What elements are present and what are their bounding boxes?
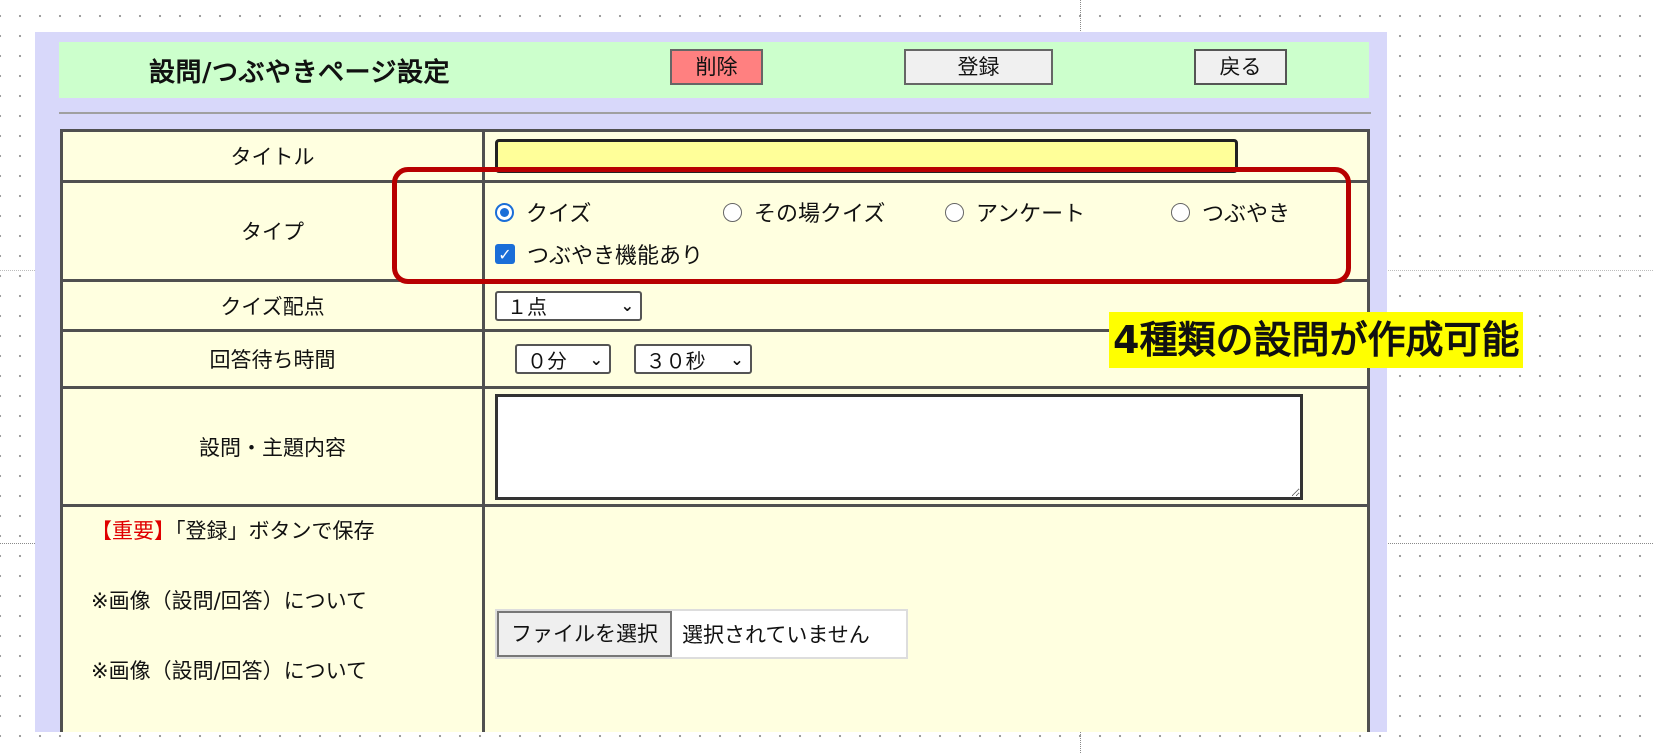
- chevron-down-icon: ⌄: [730, 349, 744, 369]
- save-button[interactable]: 登録: [904, 49, 1053, 85]
- content-row: 設問・主題内容: [60, 386, 1370, 507]
- important-tag: 【重要】: [91, 519, 175, 543]
- save-note-text: 「登録」ボタンで保存: [175, 519, 375, 543]
- image-note-2: ※画像（設問/回答）について: [91, 659, 368, 683]
- image-note-1: ※画像（設問/回答）について: [91, 589, 368, 613]
- seconds-select-value: ３０秒: [645, 348, 706, 373]
- score-select[interactable]: １点 ⌄: [495, 290, 642, 321]
- wait-time-label: 回答待ち時間: [60, 329, 485, 389]
- content-cell: [482, 386, 1370, 507]
- content-textarea[interactable]: [495, 393, 1303, 500]
- settings-frame: 設問/つぶやきページ設定 削除 登録 戻る タイトル タイプ クイズ その場クイ…: [35, 32, 1387, 732]
- seconds-select[interactable]: ３０秒 ⌄: [633, 344, 752, 374]
- minutes-select-value: ０分: [527, 348, 567, 373]
- header-divider: [59, 112, 1371, 114]
- chevron-down-icon: ⌄: [620, 296, 634, 315]
- notes-cell: 【重要】「登録」ボタンで保存 ※画像（設問/回答）について ※画像（設問/回答）…: [60, 504, 485, 732]
- back-button[interactable]: 戻る: [1194, 49, 1287, 85]
- score-label: クイズ配点: [60, 279, 485, 332]
- file-cell: ファイルを選択 選択されていません: [482, 504, 1370, 732]
- content-label: 設問・主題内容: [60, 386, 485, 507]
- page-title: 設問/つぶやきページ設定: [149, 58, 450, 88]
- chevron-down-icon: ⌄: [589, 349, 603, 369]
- annotation-label: 4種類の設問が作成可能: [1109, 312, 1524, 368]
- choose-file-button[interactable]: ファイルを選択: [497, 611, 672, 657]
- minutes-select[interactable]: ０分 ⌄: [515, 344, 611, 374]
- file-status: 選択されていません: [682, 623, 870, 647]
- notes-row: 【重要】「登録」ボタンで保存 ※画像（設問/回答）について ※画像（設問/回答）…: [60, 504, 1370, 732]
- delete-button[interactable]: 削除: [670, 49, 763, 85]
- file-input[interactable]: ファイルを選択 選択されていません: [495, 609, 908, 659]
- score-select-value: １点: [507, 295, 547, 319]
- save-note: 【重要】「登録」ボタンで保存: [91, 513, 481, 549]
- annotation-highlight-box: [392, 167, 1351, 284]
